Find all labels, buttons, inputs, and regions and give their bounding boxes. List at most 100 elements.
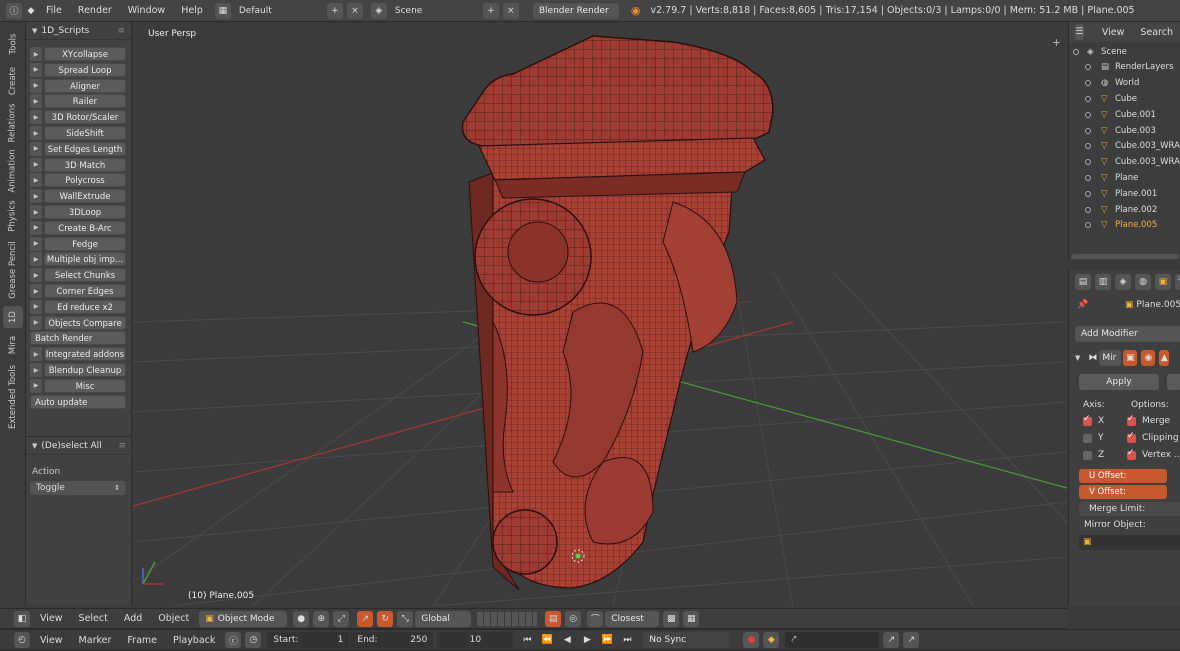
tab-animation[interactable]: Animation (3, 146, 23, 196)
keying-set-field[interactable]: ⤤ (785, 632, 880, 648)
clock-icon[interactable]: ◷ (245, 632, 262, 648)
anim-render-icon[interactable]: ▦ (683, 610, 700, 627)
tool-expand-icon[interactable]: ▶ (30, 252, 42, 267)
outliner-item[interactable]: ▽ Cube.003 (1069, 123, 1180, 138)
tool-button[interactable]: Spread Loop (44, 62, 126, 77)
tab-mira[interactable]: Mira (3, 330, 23, 360)
menu-object[interactable]: Object (150, 613, 197, 624)
axis-checkbox-x[interactable]: X (1083, 414, 1104, 426)
tool-expand-icon[interactable]: ▶ (30, 78, 42, 93)
tool-button[interactable]: Ed reduce x2 (44, 299, 126, 314)
add-modifier-select[interactable]: Add Modifier (1075, 326, 1180, 342)
info-editor-icon[interactable]: ⓘ (6, 2, 22, 19)
copy-button[interactable] (1167, 374, 1180, 390)
tool-button[interactable]: Select Chunks (44, 268, 126, 283)
layout-add-icon[interactable]: + (326, 2, 343, 19)
tool-button[interactable]: Objects Compare (44, 315, 126, 330)
apply-button[interactable]: Apply (1079, 374, 1159, 390)
tool-expand-icon[interactable]: ▶ (30, 205, 42, 219)
expand-dot-icon[interactable] (1085, 206, 1091, 213)
tool-button[interactable]: Blendup Cleanup (44, 363, 126, 377)
rotate-icon[interactable]: ↻ (377, 610, 394, 627)
insert-keyframe-icon[interactable]: ↗ (883, 632, 900, 648)
scene-add-icon[interactable]: + (482, 2, 499, 19)
tool-expand-icon[interactable]: ▶ (30, 157, 42, 172)
scene-icon[interactable]: ◈ (370, 2, 387, 19)
shading-icon[interactable]: ● (293, 610, 310, 627)
lock-layer-icon[interactable]: ▤ (545, 610, 562, 627)
timeline-menu-playback[interactable]: Playback (165, 635, 223, 646)
outliner-item[interactable]: ▽ Cube.003_WRA (1069, 139, 1180, 154)
menu-help[interactable]: Help (173, 5, 211, 16)
play-icon[interactable]: ▶ (579, 632, 595, 648)
tool-expand-icon[interactable]: ▶ (30, 347, 42, 362)
outliner-item[interactable]: ▽ Plane.001 (1069, 186, 1180, 201)
layout-close-icon[interactable]: × (346, 2, 363, 19)
modifier-name-field[interactable]: Mir (1099, 350, 1122, 366)
tool-button[interactable]: 3D Rotor/Scaler (44, 110, 126, 125)
panel-header-1d-scripts[interactable]: ▼ 1D_Scripts ≡ (26, 22, 131, 40)
layout-grid-icon[interactable]: ▦ (214, 2, 231, 19)
option-checkbox[interactable]: Clipping (1127, 431, 1179, 443)
tool-expand-icon[interactable]: ▶ (30, 94, 42, 109)
pivot-icon[interactable]: ⊕ (313, 610, 330, 627)
expand-dot-icon[interactable] (1085, 159, 1091, 166)
current-frame-field[interactable]: 10 (437, 632, 514, 648)
outliner-menu-view[interactable]: View (1094, 27, 1133, 38)
tool-button[interactable]: Integrated addons (44, 347, 126, 362)
timeline-menu-marker[interactable]: Marker (71, 635, 120, 646)
layers-tab-icon[interactable]: ▥ (1095, 274, 1111, 290)
tool-button[interactable]: Polycross (44, 173, 126, 188)
snap-element-select[interactable]: Closest (605, 610, 660, 627)
tab-grease-pencil[interactable]: Grease Pencil (3, 236, 23, 304)
tool-expand-icon[interactable]: ▶ (30, 315, 42, 330)
manipulator-icon[interactable]: ⤢ (333, 610, 350, 627)
tool-expand-icon[interactable]: ▶ (30, 268, 42, 283)
sync-select[interactable]: No Sync (643, 632, 730, 648)
record-icon[interactable]: ● (743, 632, 760, 648)
tool-button[interactable]: Fedge (44, 236, 126, 251)
outliner-item[interactable]: ▤ RenderLayers (1069, 60, 1180, 75)
outliner-item[interactable]: ▽ Plane.002 (1069, 202, 1180, 217)
option-checkbox[interactable]: Merge (1127, 414, 1170, 426)
tool-button[interactable]: Batch Render (30, 331, 126, 346)
next-key-icon[interactable]: ⏩ (599, 632, 615, 648)
tool-button[interactable]: Corner Edges (44, 284, 126, 298)
checkbox-icon[interactable] (1127, 414, 1136, 426)
object-tab-icon[interactable]: ▣ (1155, 274, 1171, 290)
tool-button[interactable]: 3D Match (44, 157, 126, 172)
world-tab-icon[interactable]: ◍ (1135, 274, 1151, 290)
modifier-tab-icon[interactable]: 🔧 (1175, 274, 1180, 290)
corbel-model[interactable] (461, 35, 774, 591)
tool-button[interactable]: XYcollapse (44, 47, 126, 61)
tool-button[interactable]: Aligner (44, 78, 126, 93)
outliner-item[interactable]: ▽ Cube.001 (1069, 107, 1180, 122)
opengl-render-icon[interactable]: ▩ (663, 610, 680, 627)
render-toggle-icon[interactable]: ▣ (1123, 350, 1138, 366)
menu-window[interactable]: Window (120, 5, 173, 16)
timeline-menu-view[interactable]: View (32, 635, 71, 646)
viewport-expand-icon[interactable]: + (1052, 36, 1061, 49)
tab-relations[interactable]: Relations (3, 100, 23, 146)
tool-expand-icon[interactable]: ▶ (30, 363, 42, 377)
start-frame-field[interactable]: Start: 1 (267, 632, 350, 648)
expand-dot-icon[interactable] (1085, 95, 1091, 102)
mode-select[interactable]: ▣ Object Mode (199, 610, 288, 627)
axis-checkbox-y[interactable]: Y (1083, 433, 1104, 443)
mirror-object-field[interactable]: ▣ (1079, 535, 1180, 550)
scene-field[interactable]: Scene (388, 2, 481, 19)
tool-button[interactable]: Auto update (30, 394, 126, 409)
checkbox-icon[interactable] (1083, 450, 1092, 460)
expand-dot-icon[interactable] (1085, 64, 1091, 71)
operator-header[interactable]: ▼ (De)select All ≡ (26, 437, 132, 455)
collapse-triangle-icon[interactable]: ▼ (1075, 354, 1080, 362)
end-frame-field[interactable]: End: 250 (351, 632, 434, 648)
outliner-editor-icon[interactable]: ☰ (1075, 24, 1084, 40)
expand-dot-icon[interactable] (1085, 190, 1091, 197)
outliner-scrollbar[interactable] (1071, 254, 1179, 259)
tool-expand-icon[interactable]: ▶ (30, 173, 42, 188)
menu-file[interactable]: File (38, 5, 70, 16)
tool-button[interactable]: Create B-Arc (44, 220, 126, 235)
jump-end-icon[interactable]: ⏭ (619, 632, 635, 648)
tab-physics[interactable]: Physics (3, 196, 23, 236)
